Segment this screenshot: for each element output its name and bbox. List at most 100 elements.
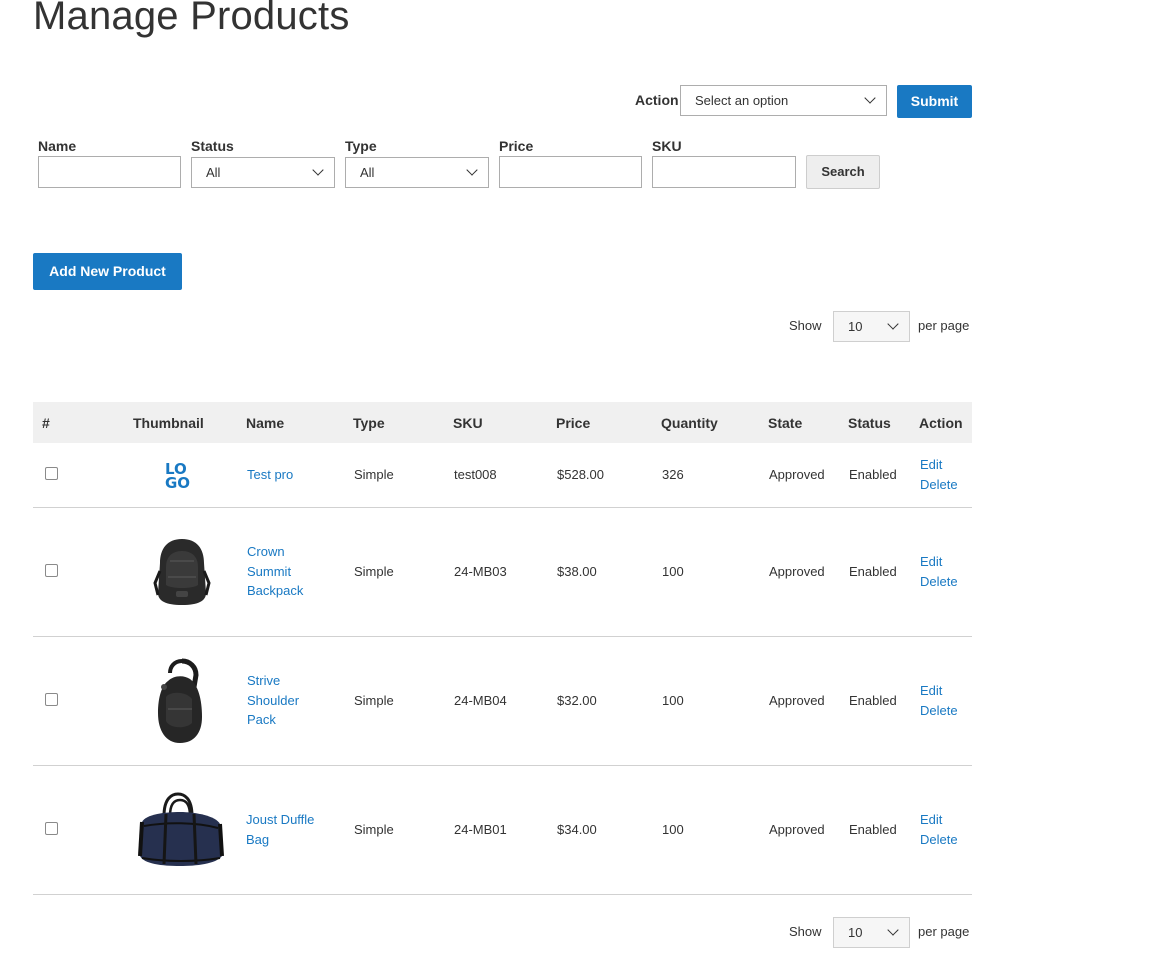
status-cell: Enabled: [848, 443, 919, 508]
edit-link[interactable]: Edit: [920, 812, 942, 827]
product-name-link[interactable]: Crown Summit Backpack: [247, 542, 327, 601]
mass-action-label: Action: [635, 92, 679, 108]
product-name-link[interactable]: Test pro: [247, 467, 293, 482]
header-action: Action: [919, 402, 972, 443]
delete-link[interactable]: Delete: [920, 574, 958, 589]
name-cell: Strive Shoulder Pack: [246, 636, 353, 766]
status-cell: Enabled: [848, 507, 919, 637]
mass-action-select[interactable]: Select an option: [680, 85, 887, 116]
edit-link[interactable]: Edit: [920, 554, 942, 569]
filter-status-select[interactable]: All: [191, 157, 335, 188]
filter-price-input[interactable]: [499, 156, 642, 188]
svg-text:GO: GO: [165, 474, 190, 491]
delete-link[interactable]: Delete: [920, 832, 958, 847]
filter-sku-label: SKU: [652, 138, 682, 154]
row-select-cell: [33, 636, 133, 766]
header-name: Name: [246, 402, 353, 443]
pager-bottom-limit-select[interactable]: 10: [833, 917, 910, 948]
action-cell: Edit Delete: [919, 636, 972, 766]
pager-bottom-show-label: Show: [789, 924, 822, 939]
mass-action-select-value: Select an option: [695, 93, 789, 108]
row-checkbox[interactable]: [45, 692, 58, 706]
pager-top-show-label: Show: [789, 318, 822, 333]
row-checkbox[interactable]: [45, 563, 58, 577]
product-name-link[interactable]: Joust Duffle Bag: [246, 810, 326, 849]
quantity-cell: 100: [661, 507, 768, 637]
header-quantity: Quantity: [661, 402, 768, 443]
row-select-cell: [33, 765, 133, 895]
add-new-product-button[interactable]: Add New Product: [33, 253, 182, 290]
state-cell: Approved: [768, 765, 848, 895]
edit-link[interactable]: Edit: [920, 683, 942, 698]
search-button[interactable]: Search: [806, 155, 880, 189]
sling-pack-image: [158, 658, 202, 743]
logo-image: LO GO: [165, 460, 190, 491]
thumbnail-cell: [133, 765, 246, 895]
filter-type-label: Type: [345, 138, 377, 154]
name-cell: Crown Summit Backpack: [246, 507, 353, 637]
header-sku: SKU: [453, 402, 556, 443]
delete-link[interactable]: Delete: [920, 477, 958, 492]
table-row: Joust Duffle Bag Simple 24-MB01 $34.00 1…: [33, 765, 972, 895]
state-cell: Approved: [768, 507, 848, 637]
chevron-down-icon: [887, 318, 899, 330]
thumbnail-cell: [133, 636, 246, 766]
type-cell: Simple: [353, 636, 453, 766]
products-table: # Thumbnail Name Type SKU Price Quantity…: [33, 402, 972, 895]
filter-type-value: All: [360, 165, 375, 180]
quantity-cell: 100: [661, 636, 768, 766]
table-header-row: # Thumbnail Name Type SKU Price Quantity…: [33, 402, 972, 443]
price-cell: $528.00: [556, 443, 661, 508]
action-cell: Edit Delete: [919, 507, 972, 637]
filter-name-input[interactable]: [38, 156, 181, 188]
sku-cell: 24-MB03: [453, 507, 556, 637]
filter-status-label: Status: [191, 138, 234, 154]
quantity-cell: 100: [661, 765, 768, 895]
state-cell: Approved: [768, 636, 848, 766]
row-checkbox[interactable]: [45, 821, 58, 835]
delete-link[interactable]: Delete: [920, 703, 958, 718]
backpack-image: [153, 538, 211, 605]
chevron-down-icon: [312, 164, 324, 176]
sku-cell: 24-MB04: [453, 636, 556, 766]
header-state: State: [768, 402, 848, 443]
filter-type-select[interactable]: All: [345, 157, 489, 188]
table-row: Crown Summit Backpack Simple 24-MB03 $38…: [33, 507, 972, 637]
header-type: Type: [353, 402, 453, 443]
type-cell: Simple: [353, 765, 453, 895]
header-price: Price: [556, 402, 661, 443]
state-cell: Approved: [768, 443, 848, 508]
submit-button[interactable]: Submit: [897, 85, 972, 118]
status-cell: Enabled: [848, 765, 919, 895]
row-select-cell: [33, 507, 133, 637]
product-name-link[interactable]: Strive Shoulder Pack: [247, 671, 317, 730]
action-cell: Edit Delete: [919, 765, 972, 895]
pager-top-limit-value: 10: [848, 319, 863, 334]
chevron-down-icon: [864, 92, 876, 104]
status-cell: Enabled: [848, 636, 919, 766]
pager-top-per-page-label: per page: [918, 318, 970, 333]
pager-top-limit-select[interactable]: 10: [833, 311, 910, 342]
row-select-cell: [33, 443, 133, 508]
thumbnail-cell: LO GO: [133, 443, 246, 508]
duffle-bag-image: [138, 791, 224, 866]
sku-cell: 24-MB01: [453, 765, 556, 895]
header-select: #: [33, 402, 133, 443]
row-checkbox[interactable]: [45, 466, 58, 480]
price-cell: $34.00: [556, 765, 661, 895]
filter-name-label: Name: [38, 138, 77, 154]
price-cell: $32.00: [556, 636, 661, 766]
chevron-down-icon: [887, 924, 899, 936]
filter-price-label: Price: [499, 138, 534, 154]
filter-status-value: All: [206, 165, 221, 180]
header-status: Status: [848, 402, 919, 443]
table-row: Strive Shoulder Pack Simple 24-MB04 $32.…: [33, 636, 972, 766]
filter-sku-input[interactable]: [652, 156, 796, 188]
name-cell: Joust Duffle Bag: [246, 765, 353, 895]
sku-cell: test008: [453, 443, 556, 508]
header-thumbnail: Thumbnail: [133, 402, 246, 443]
thumbnail-cell: [133, 507, 246, 637]
table-row: LO GO Test pro Simple test008 $528.00 32…: [33, 443, 972, 508]
edit-link[interactable]: Edit: [920, 457, 942, 472]
price-cell: $38.00: [556, 507, 661, 637]
